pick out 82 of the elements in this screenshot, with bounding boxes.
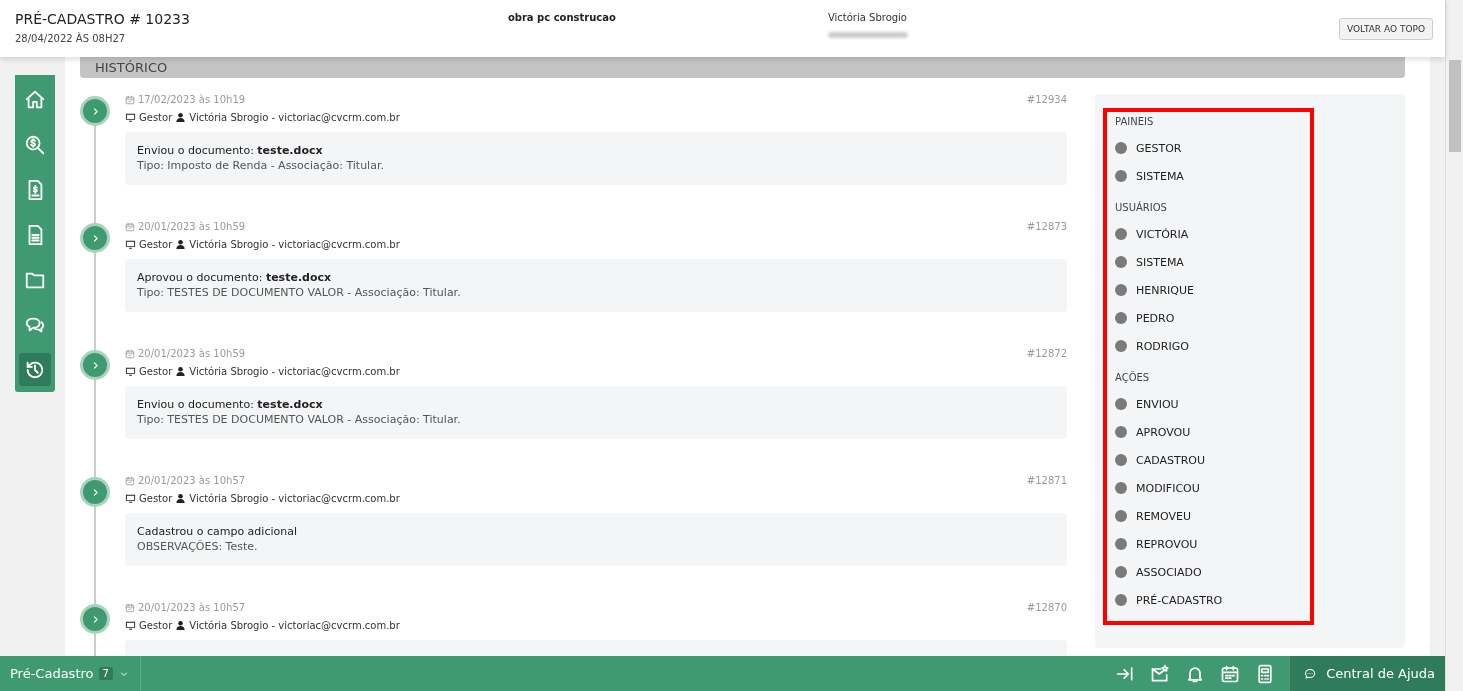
- monitor-icon: [125, 239, 136, 250]
- entry-user: Victória Sbrogio - victoriac@cvcrm.com.br: [189, 366, 400, 377]
- timeline-toggle[interactable]: [80, 96, 110, 126]
- entry-text: Aprovou o documento: teste.docx: [137, 270, 333, 285]
- user-icon: [175, 239, 187, 250]
- entry-text: Enviou o documento: teste.docx: [137, 397, 324, 412]
- filter-item[interactable]: PEDRO: [1115, 304, 1302, 332]
- scrollbar[interactable]: [1445, 0, 1463, 691]
- filter-item[interactable]: RODRIGO: [1115, 332, 1302, 360]
- home-icon: [24, 88, 46, 111]
- filter-item[interactable]: GESTOR: [1115, 134, 1302, 162]
- entry-date: 20/01/2023 às 10h59: [138, 348, 246, 359]
- panel-label: Gestor: [139, 366, 173, 377]
- user-icon: [175, 493, 187, 504]
- user-name: Victória Sbrogio: [827, 12, 908, 23]
- filter-item[interactable]: REMOVEU: [1115, 502, 1302, 530]
- monitor-icon: [125, 112, 136, 123]
- project-name: obra pc construcao: [507, 12, 616, 23]
- filter-item[interactable]: ENVIOU: [1115, 390, 1302, 418]
- scrollbar-thumb[interactable]: [1448, 60, 1461, 152]
- monitor-icon: [125, 620, 136, 631]
- filter-item[interactable]: APROVOU: [1115, 418, 1302, 446]
- panel-label: Gestor: [139, 112, 173, 123]
- filter-group-title: USUÁRIOS: [1115, 202, 1168, 213]
- filter-group-title: PAINEIS: [1115, 116, 1155, 127]
- calendar-icon: [125, 348, 135, 359]
- filter-group-title: AÇÕES: [1115, 372, 1151, 383]
- timeline-toggle[interactable]: [80, 223, 110, 253]
- entry-user: Victória Sbrogio - victoriac@cvcrm.com.br: [189, 239, 400, 250]
- filter-item[interactable]: REPROVOU: [1115, 530, 1302, 558]
- entry-user: Victória Sbrogio - victoriac@cvcrm.com.br: [189, 620, 400, 631]
- entry-date: 20/01/2023 às 10h57: [138, 602, 246, 613]
- calendar-icon: [125, 475, 135, 486]
- filter-item[interactable]: MODIFICOU: [1115, 474, 1302, 502]
- filter-item[interactable]: CADASTROU: [1115, 446, 1302, 474]
- entry-id: #12872: [1026, 348, 1067, 359]
- nav-item[interactable]: [19, 353, 51, 386]
- entry-text: Tipo: TESTES DE DOCUMENTO VALOR - Associação: Titular.: [137, 412, 462, 427]
- filter-item[interactable]: PRÉ-CADASTRO: [1115, 586, 1302, 614]
- money-search-icon: [24, 133, 46, 156]
- entry-text: Tipo: Imposto de Renda - Associação: Titular.: [137, 158, 385, 173]
- record-date: 28/04/2022 ÀS 08H27: [15, 33, 127, 44]
- filter-item[interactable]: ASSOCIADO: [1115, 558, 1302, 586]
- monitor-icon: [125, 493, 136, 504]
- entry-user: Victória Sbrogio - victoriac@cvcrm.com.br: [189, 493, 400, 504]
- timeline-toggle[interactable]: [80, 350, 110, 380]
- module-selector[interactable]: Pré-Cadastro 7: [0, 656, 141, 691]
- entry-text: Tipo: TESTES DE DOCUMENTO VALOR - Associação: Titular.: [137, 285, 462, 300]
- entry-id: #12934: [1026, 94, 1067, 105]
- timeline-toggle[interactable]: [80, 604, 110, 634]
- filter-item[interactable]: VICTÓRIA: [1115, 220, 1302, 248]
- entry-id: #12870: [1026, 602, 1067, 613]
- entry-date: 20/01/2023 às 10h59: [138, 221, 246, 232]
- timeline-toggle[interactable]: [80, 477, 110, 507]
- entry-user: Victória Sbrogio - victoriac@cvcrm.com.br: [189, 112, 400, 123]
- panel-label: Gestor: [139, 493, 173, 504]
- calendar-icon: [125, 602, 135, 613]
- user-icon: [175, 366, 187, 377]
- entry-date: 20/01/2023 às 10h57: [138, 475, 246, 486]
- entry-id: #12871: [1026, 475, 1067, 486]
- monitor-icon: [125, 366, 136, 377]
- panel-label: Gestor: [139, 239, 173, 250]
- entry-text: Cadastrou o campo adicional: [137, 524, 298, 539]
- user-icon: [175, 620, 187, 631]
- entry-id: #12873: [1026, 221, 1067, 232]
- help-center-button[interactable]: Central de Ajuda: [1290, 656, 1445, 691]
- calculator-icon[interactable]: [1255, 663, 1275, 684]
- entry-text: OBSERVAÇÕES: Teste.: [137, 539, 259, 554]
- calendar-icon[interactable]: [1220, 663, 1240, 684]
- section-title: HISTÓRICO: [95, 60, 168, 76]
- entry-text: Enviou o documento: teste.docx: [137, 143, 324, 158]
- filter-item[interactable]: SISTEMA: [1115, 162, 1302, 190]
- calendar-icon: [125, 221, 135, 232]
- filter-item[interactable]: HENRIQUE: [1115, 276, 1302, 304]
- back-to-top-button[interactable]: VOLTAR AO TOPO: [1339, 18, 1433, 40]
- filter-item[interactable]: SISTEMA: [1115, 248, 1302, 276]
- mail-star-icon[interactable]: [1150, 663, 1170, 684]
- user-icon: [175, 112, 187, 123]
- panel-label: Gestor: [139, 620, 173, 631]
- calendar-icon: [125, 94, 135, 105]
- entry-date: 17/02/2023 às 10h19: [138, 94, 246, 105]
- record-title: PRÉ-CADASTRO # 10233: [15, 11, 190, 27]
